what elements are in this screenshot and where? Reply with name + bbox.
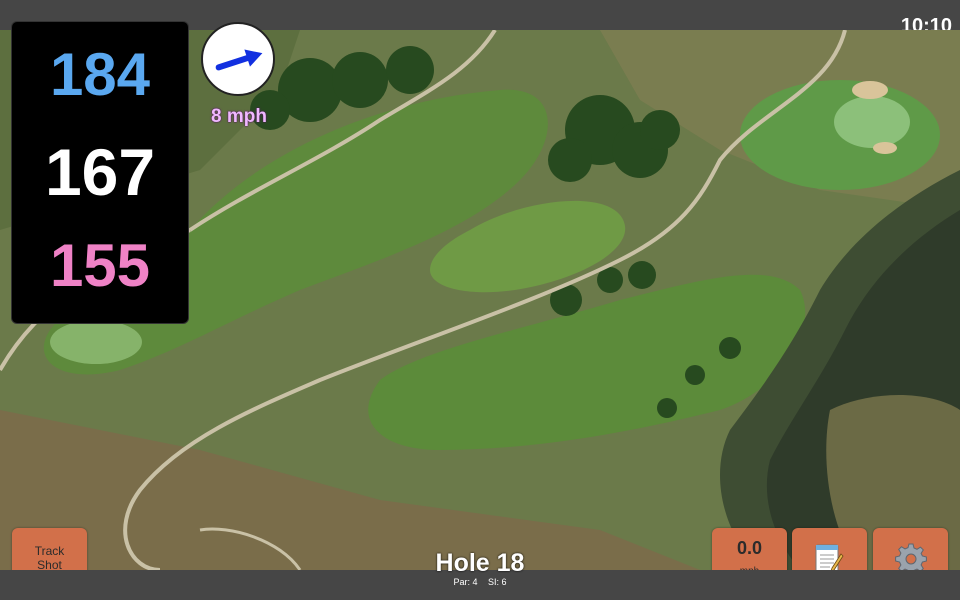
hole-stroke-index: SI: 6: [488, 577, 507, 587]
track-shot-label-line1: Track: [34, 544, 65, 558]
speed-value: 0.0: [736, 538, 763, 558]
middle-of-green-distance: 167: [44, 135, 156, 209]
wind-speed-label: 8 mph: [211, 106, 267, 127]
front-of-green-distance: 155: [49, 232, 151, 299]
hole-par: Par: 4: [453, 577, 478, 587]
arrow-up-right-icon: [215, 49, 263, 71]
wind-direction-indicator: [201, 22, 275, 96]
back-of-green-distance: 184: [49, 41, 151, 108]
hole-info: Par: 4 SI: 6: [380, 577, 580, 587]
hole-title: Hole 18: [435, 549, 525, 577]
green-distances-panel: 184 167 155: [12, 22, 188, 323]
